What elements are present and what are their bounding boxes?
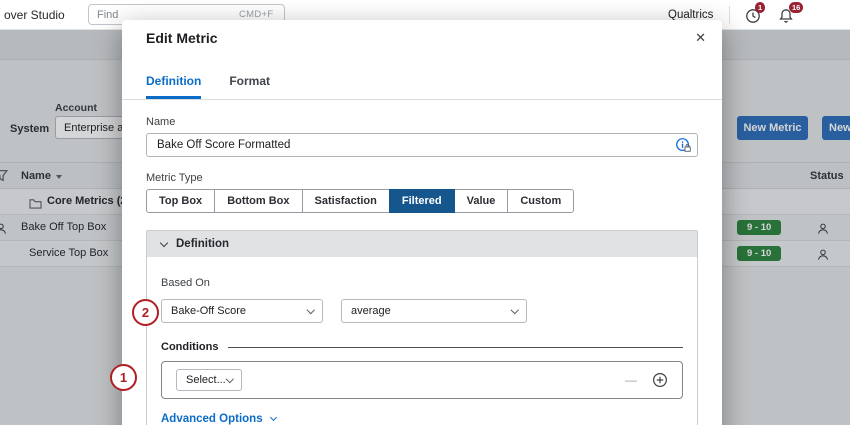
chevron-down-icon <box>270 414 277 421</box>
add-condition-icon[interactable] <box>652 372 668 388</box>
modal-tabs: Definition Format <box>122 74 722 100</box>
name-field-label: Name <box>146 116 698 128</box>
condition-select-value: Select... <box>186 374 226 386</box>
name-field-wrap <box>146 133 698 157</box>
topbar-divider <box>729 6 730 24</box>
conditions-divider <box>228 347 683 348</box>
modal-body: Name Metric Type Top Box Bottom Box Sati… <box>122 100 722 425</box>
condition-row: Select... — <box>161 361 683 399</box>
chevron-down-icon <box>160 238 168 246</box>
info-lock-icon[interactable] <box>675 137 691 158</box>
modal-title: Edit Metric <box>146 30 218 46</box>
annotation-step-2: 2 <box>132 299 159 326</box>
conditions-label: Conditions <box>161 341 218 353</box>
chevron-down-icon <box>225 375 233 383</box>
metric-type-top-box[interactable]: Top Box <box>146 189 215 213</box>
screen: System Account Enterprise a New Metric N… <box>0 0 850 425</box>
metric-type-value[interactable]: Value <box>454 189 509 213</box>
advanced-options-label: Advanced Options <box>161 413 263 425</box>
based-on-row: Bake-Off Score average <box>161 299 683 323</box>
edit-metric-modal: Edit Metric ✕ Definition Format Name Met… <box>122 20 722 425</box>
chevron-down-icon <box>306 306 314 314</box>
remove-condition-button[interactable]: — <box>625 373 637 387</box>
close-icon[interactable]: ✕ <box>695 30 706 46</box>
app-brand: over Studio <box>4 8 65 22</box>
chevron-down-icon <box>510 306 518 314</box>
modal-header: Edit Metric ✕ <box>122 20 722 48</box>
tab-format[interactable]: Format <box>229 74 270 99</box>
definition-section-header[interactable]: Definition <box>147 231 697 257</box>
metric-source-dropdown[interactable]: Bake-Off Score <box>161 299 323 323</box>
aggregation-value: average <box>351 305 391 317</box>
based-on-label: Based On <box>161 277 683 289</box>
annotation-step-1: 1 <box>110 364 137 391</box>
metric-name-input[interactable] <box>146 133 698 157</box>
search-input[interactable] <box>97 9 239 21</box>
definition-section-title: Definition <box>176 238 229 250</box>
condition-actions: — <box>625 372 668 388</box>
metric-type-label: Metric Type <box>146 172 698 184</box>
search-shortcut-hint: CMD+F <box>239 9 274 20</box>
definition-section-body: Based On Bake-Off Score average Conditio… <box>147 257 697 425</box>
notifications-badge: 16 <box>789 2 803 13</box>
definition-accordion: Definition Based On Bake-Off Score avera… <box>146 230 698 425</box>
conditions-header: Conditions <box>161 341 683 353</box>
metric-source-value: Bake-Off Score <box>171 305 246 317</box>
condition-select-dropdown[interactable]: Select... <box>176 369 242 391</box>
metric-type-bottom-box[interactable]: Bottom Box <box>214 189 302 213</box>
advanced-options-link[interactable]: Advanced Options <box>161 413 683 425</box>
metric-type-filtered[interactable]: Filtered <box>389 189 455 213</box>
metric-type-satisfaction[interactable]: Satisfaction <box>302 189 390 213</box>
aggregation-dropdown[interactable]: average <box>341 299 527 323</box>
metric-type-custom[interactable]: Custom <box>507 189 574 213</box>
tab-definition[interactable]: Definition <box>146 74 201 99</box>
metric-type-group: Top Box Bottom Box Satisfaction Filtered… <box>146 189 574 213</box>
activity-badge: 1 <box>755 2 765 13</box>
